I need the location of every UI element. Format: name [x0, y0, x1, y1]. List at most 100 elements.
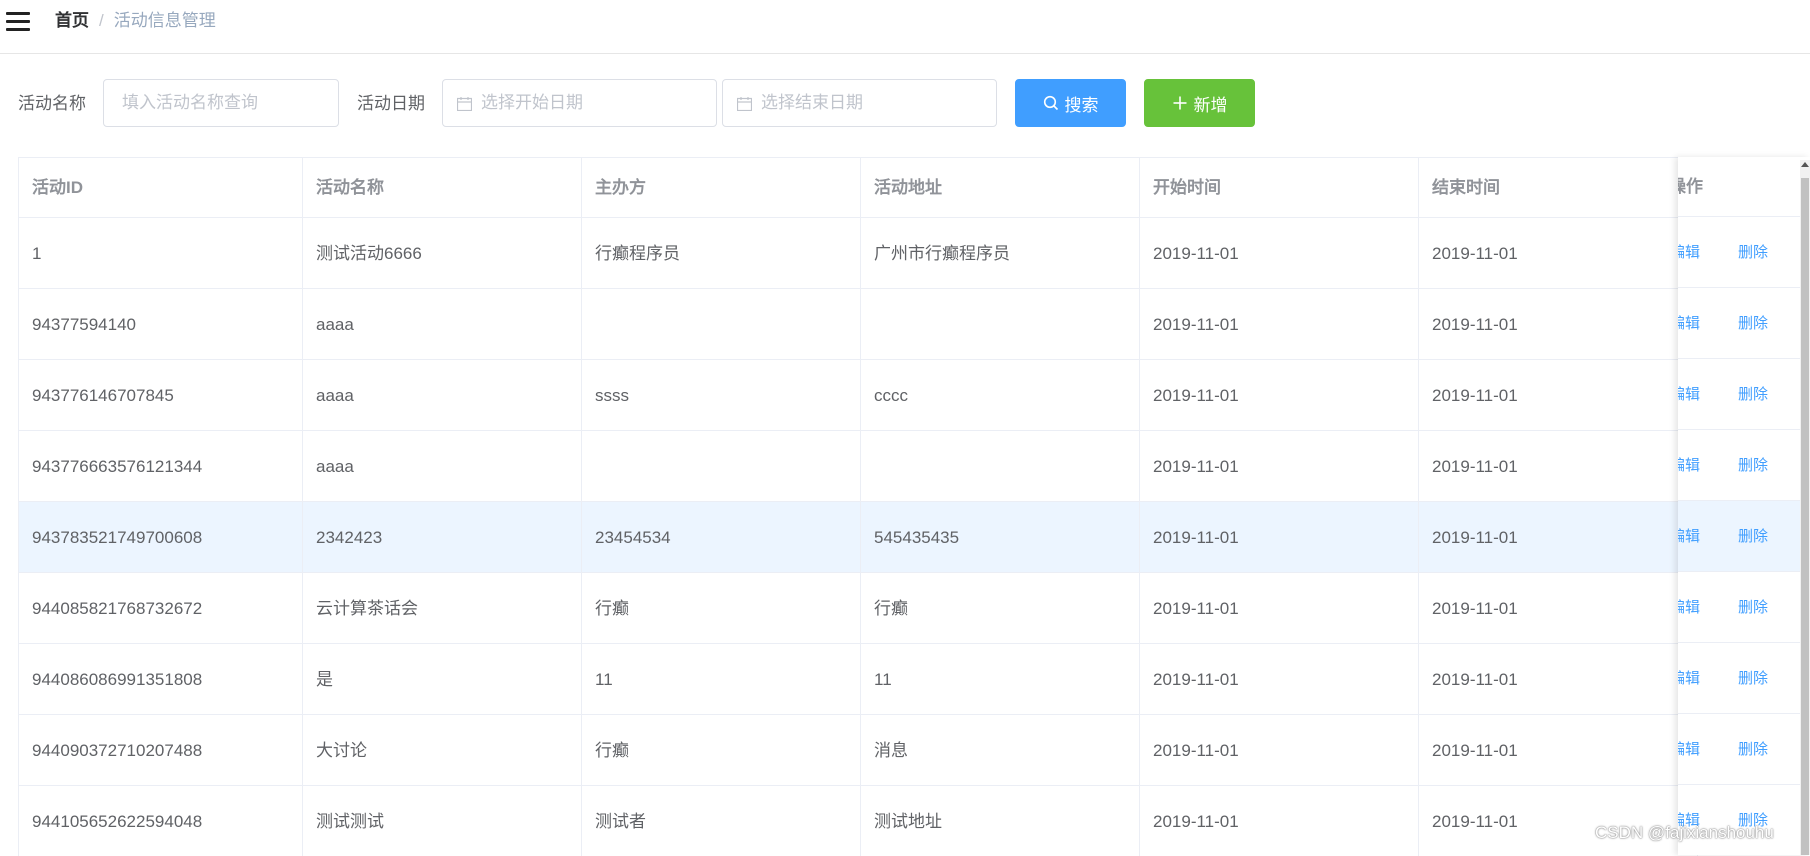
plus-icon	[1173, 96, 1186, 110]
table-row[interactable]: 1 测试活动6666 行癫程序员 广州市行癫程序员 2019-11-01 2019-11-…	[19, 218, 1810, 289]
cell-activity-name: 测试测试	[303, 786, 582, 856]
edit-link[interactable]: 编辑	[1678, 572, 1700, 643]
delete-link[interactable]: 删除	[1738, 714, 1768, 785]
header-end-time: 结束时间	[1419, 158, 1698, 217]
cell-organizer: 23454534	[582, 502, 861, 573]
table-row[interactable]: 94377594140 aaaa 2019-11-01 2019-11-01	[19, 289, 1810, 360]
activity-name-field[interactable]	[103, 79, 339, 127]
cell-start-time: 2019-11-01	[1140, 218, 1419, 289]
cell-start-time: 2019-11-01	[1140, 431, 1419, 502]
cell-start-time: 2019-11-01	[1140, 360, 1419, 431]
start-date-input[interactable]	[443, 80, 716, 126]
cell-end-time: 2019-11-01	[1419, 644, 1698, 715]
activity-date-label: 活动日期	[357, 94, 425, 113]
table-row[interactable]: 943776663576121344 aaaa 2019-11-01 2019-11-…	[19, 431, 1810, 502]
cell-activity-id: 943783521749700608	[19, 502, 303, 573]
edit-link[interactable]: 编辑	[1678, 217, 1700, 288]
delete-link[interactable]: 删除	[1738, 217, 1768, 288]
cell-address: 消息	[861, 715, 1140, 786]
breadcrumb-current: 活动信息管理	[113, 11, 216, 30]
operations-cell: 编辑删除	[1678, 643, 1810, 714]
table-row[interactable]: 944085821768732672 云计算茶话会 行癫 行癫 2019-11-01 20…	[19, 573, 1810, 644]
top-header: 首页 / 活动信息管理	[0, 0, 1810, 54]
header-operations: 操作	[1678, 157, 1810, 217]
cell-activity-name: aaaa	[303, 431, 582, 502]
watermark: CSDN @fajixianshouhu	[1595, 823, 1774, 842]
delete-link[interactable]: 删除	[1738, 359, 1768, 430]
activity-table: 活动ID 活动名称 主办方 活动地址 开始时间 结束时间 1 测试活动6666 行癫…	[18, 157, 1810, 856]
cell-address: cccc	[861, 360, 1140, 431]
end-date-picker[interactable]	[722, 79, 997, 127]
cell-start-time: 2019-11-01	[1140, 573, 1419, 644]
add-button[interactable]: 新增	[1144, 79, 1255, 127]
scroll-up-arrow-icon[interactable]	[1801, 162, 1809, 167]
scrollbar-thumb[interactable]	[1801, 178, 1809, 855]
cell-activity-id: 1	[19, 218, 303, 289]
cell-organizer: 行癫	[582, 715, 861, 786]
search-button-label: 搜索	[1064, 95, 1099, 115]
end-date-input[interactable]	[723, 80, 996, 126]
activity-name-label: 活动名称	[18, 94, 86, 113]
delete-link[interactable]: 删除	[1738, 501, 1768, 572]
edit-link[interactable]: 编辑	[1678, 288, 1700, 359]
cell-start-time: 2019-11-01	[1140, 786, 1419, 856]
cell-activity-name: aaaa	[303, 360, 582, 431]
cell-end-time: 2019-11-01	[1419, 431, 1698, 502]
cell-address: 545435435	[861, 502, 1140, 573]
cell-activity-id: 944085821768732672	[19, 573, 303, 644]
calendar-icon	[457, 97, 472, 111]
cell-start-time: 2019-11-01	[1140, 502, 1419, 573]
table-row[interactable]: 944090372710207488 大讨论 行癫 消息 2019-11-01 2019-…	[19, 715, 1810, 786]
edit-link[interactable]: 编辑	[1678, 714, 1700, 785]
cell-organizer: 11	[582, 644, 861, 715]
cell-address: 测试地址	[861, 786, 1140, 856]
calendar-icon	[737, 97, 752, 111]
cell-activity-name: 测试活动6666	[303, 218, 582, 289]
operations-cell: 编辑删除	[1678, 572, 1810, 643]
cell-start-time: 2019-11-01	[1140, 289, 1419, 360]
operations-title: 操作	[1678, 177, 1703, 196]
delete-link[interactable]: 删除	[1738, 643, 1768, 714]
delete-link[interactable]: 删除	[1738, 430, 1768, 501]
table-row[interactable]: 944086086991351808 是 11 11 2019-11-01 2019-11…	[19, 644, 1810, 715]
table-row[interactable]: 944105652622594048 测试测试 测试者 测试地址 2019-11-01 2…	[19, 786, 1810, 856]
cell-address	[861, 431, 1140, 502]
start-date-picker[interactable]	[442, 79, 717, 127]
operations-cell: 编辑删除	[1678, 785, 1810, 855]
cell-activity-name: 是	[303, 644, 582, 715]
edit-link[interactable]: 编辑	[1678, 359, 1700, 430]
header-activity-id: 活动ID	[19, 158, 303, 217]
delete-link[interactable]: 删除	[1738, 785, 1768, 855]
cell-activity-name: aaaa	[303, 289, 582, 360]
operations-cell: 编辑删除	[1678, 501, 1810, 572]
hamburger-icon[interactable]	[6, 12, 30, 32]
table-row[interactable]: 943783521749700608 2342423 23454534 5454354…	[19, 502, 1810, 573]
table-row[interactable]: 943776146707845 aaaa ssss cccc 2019-11-01 201…	[19, 360, 1810, 431]
edit-link[interactable]: 编辑	[1678, 643, 1700, 714]
delete-link[interactable]: 删除	[1738, 288, 1768, 359]
cell-address: 11	[861, 644, 1140, 715]
cell-organizer: 测试者	[582, 786, 861, 856]
operations-cell: 编辑删除	[1678, 430, 1810, 501]
cell-organizer	[582, 431, 861, 502]
search-button[interactable]: 搜索	[1015, 79, 1126, 127]
cell-activity-name: 2342423	[303, 502, 582, 573]
breadcrumb-home[interactable]: 首页	[55, 11, 89, 30]
activity-name-input[interactable]	[104, 80, 338, 126]
header-organizer: 主办方	[582, 158, 861, 217]
operations-cell: 编辑删除	[1678, 217, 1810, 288]
cell-organizer: 行癫	[582, 573, 861, 644]
delete-link[interactable]: 删除	[1738, 572, 1768, 643]
edit-link[interactable]: 编辑	[1678, 785, 1700, 855]
add-button-label: 新增	[1193, 95, 1228, 115]
cell-end-time: 2019-11-01	[1419, 786, 1698, 856]
cell-start-time: 2019-11-01	[1140, 715, 1419, 786]
edit-link[interactable]: 编辑	[1678, 430, 1700, 501]
cell-activity-id: 944086086991351808	[19, 644, 303, 715]
vertical-scrollbar[interactable]	[1800, 160, 1810, 855]
cell-end-time: 2019-11-01	[1419, 715, 1698, 786]
header-address: 活动地址	[861, 158, 1140, 217]
edit-link[interactable]: 编辑	[1678, 501, 1700, 572]
cell-organizer	[582, 289, 861, 360]
header-activity-name: 活动名称	[303, 158, 582, 217]
